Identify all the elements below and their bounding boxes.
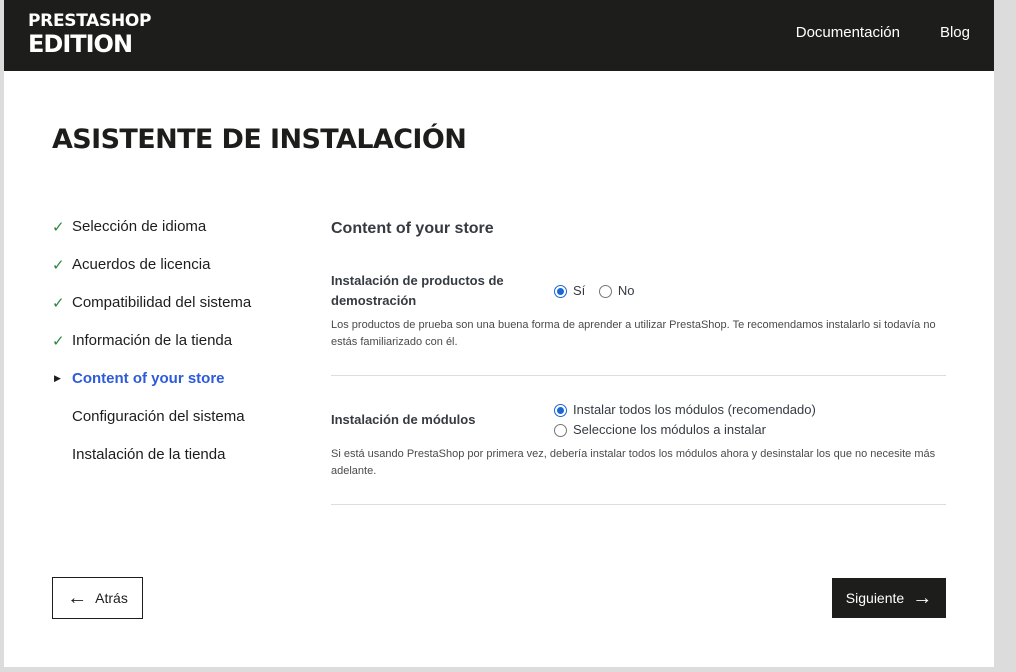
back-button[interactable]: ← Atrás (52, 577, 143, 619)
step-label: Información de la tienda (72, 332, 233, 349)
logo-bottom-text: EDITION (28, 30, 133, 58)
demo-products-row: Instalación de productos de demostración… (331, 271, 946, 311)
step-label: Configuración del sistema (72, 408, 245, 425)
modules-row: Instalación de módulos Instalar todos lo… (331, 400, 946, 440)
nav-link-documentation[interactable]: Documentación (796, 24, 900, 41)
back-button-label: Atrás (95, 590, 128, 606)
step-label: Instalación de la tienda (72, 446, 226, 463)
header-nav: Documentación Blog (796, 24, 970, 41)
step-item-store-install: Instalación de la tienda (52, 446, 251, 484)
checkmark-icon: ✓ (52, 219, 65, 236)
content-panel: Content of your store Instalación de pro… (331, 220, 946, 529)
arrow-left-icon: ← (67, 587, 88, 609)
checkmark-icon: ✓ (52, 257, 65, 274)
radio-demo-no[interactable]: No (598, 281, 635, 301)
demo-products-section: Instalación de productos de demostración… (331, 271, 946, 351)
next-button[interactable]: Siguiente → (832, 578, 946, 618)
step-label: Selección de idioma (72, 218, 207, 235)
modules-help: Si está usando PrestaShop por primera ve… (331, 448, 936, 477)
caret-right-icon: ▶ (54, 373, 61, 383)
step-item-content: ▶ Content of your store (52, 370, 251, 408)
step-item-system-config: Configuración del sistema (52, 408, 251, 446)
step-item-compatibility: ✓ Compatibilidad del sistema (52, 294, 251, 332)
header-bar: PRESTASHOP EDITION Documentación Blog (4, 0, 994, 71)
next-button-label: Siguiente (845, 590, 905, 606)
radio-label: No (617, 283, 635, 298)
installer-page: PRESTASHOP EDITION Documentación Blog AS… (4, 0, 994, 667)
radio-button[interactable] (598, 284, 612, 298)
step-label: Acuerdos de licencia (72, 256, 211, 273)
radio-button-checked[interactable] (554, 284, 567, 298)
radio-label: Seleccione los módulos a instalar (573, 422, 766, 437)
radio-demo-yes[interactable]: Sí (554, 281, 585, 301)
install-steps-list: ✓ Selección de idioma ✓ Acuerdos de lice… (52, 218, 251, 484)
modules-section: Instalación de módulos Instalar todos lo… (331, 400, 946, 480)
section-divider (331, 504, 946, 505)
step-label: Compatibilidad del sistema (72, 294, 252, 311)
radio-label: Instalar todos los módulos (recomendado) (573, 402, 816, 417)
modules-options: Instalar todos los módulos (recomendado)… (554, 400, 816, 440)
step-item-language: ✓ Selección de idioma (52, 218, 251, 256)
demo-products-label: Instalación de productos de demostración (331, 273, 504, 308)
radio-button-checked[interactable] (554, 403, 567, 417)
checkmark-icon: ✓ (52, 295, 65, 312)
section-divider (331, 375, 946, 376)
step-item-license: ✓ Acuerdos de licencia (52, 256, 251, 294)
step-label-active: Content of your store (72, 370, 225, 387)
content-title: Content of your store (331, 220, 494, 237)
radio-modules-all[interactable]: Instalar todos los módulos (recomendado) (554, 400, 816, 420)
demo-products-options: Sí No (554, 281, 645, 301)
prestashop-edition-logo[interactable]: PRESTASHOP EDITION (28, 11, 152, 58)
radio-button[interactable] (554, 423, 567, 437)
radio-label: Sí (573, 283, 586, 298)
demo-products-help: Los productos de prueba son una buena fo… (331, 319, 936, 348)
modules-label: Instalación de módulos (331, 412, 476, 427)
radio-modules-select[interactable]: Seleccione los módulos a instalar (554, 420, 816, 440)
arrow-right-icon: → (912, 587, 933, 609)
logo-top-text: PRESTASHOP (28, 11, 152, 31)
nav-link-blog[interactable]: Blog (940, 24, 970, 41)
checkmark-icon: ✓ (52, 333, 65, 350)
step-item-store-info: ✓ Información de la tienda (52, 332, 251, 370)
page-title: ASISTENTE DE INSTALACIÓN (52, 124, 467, 155)
